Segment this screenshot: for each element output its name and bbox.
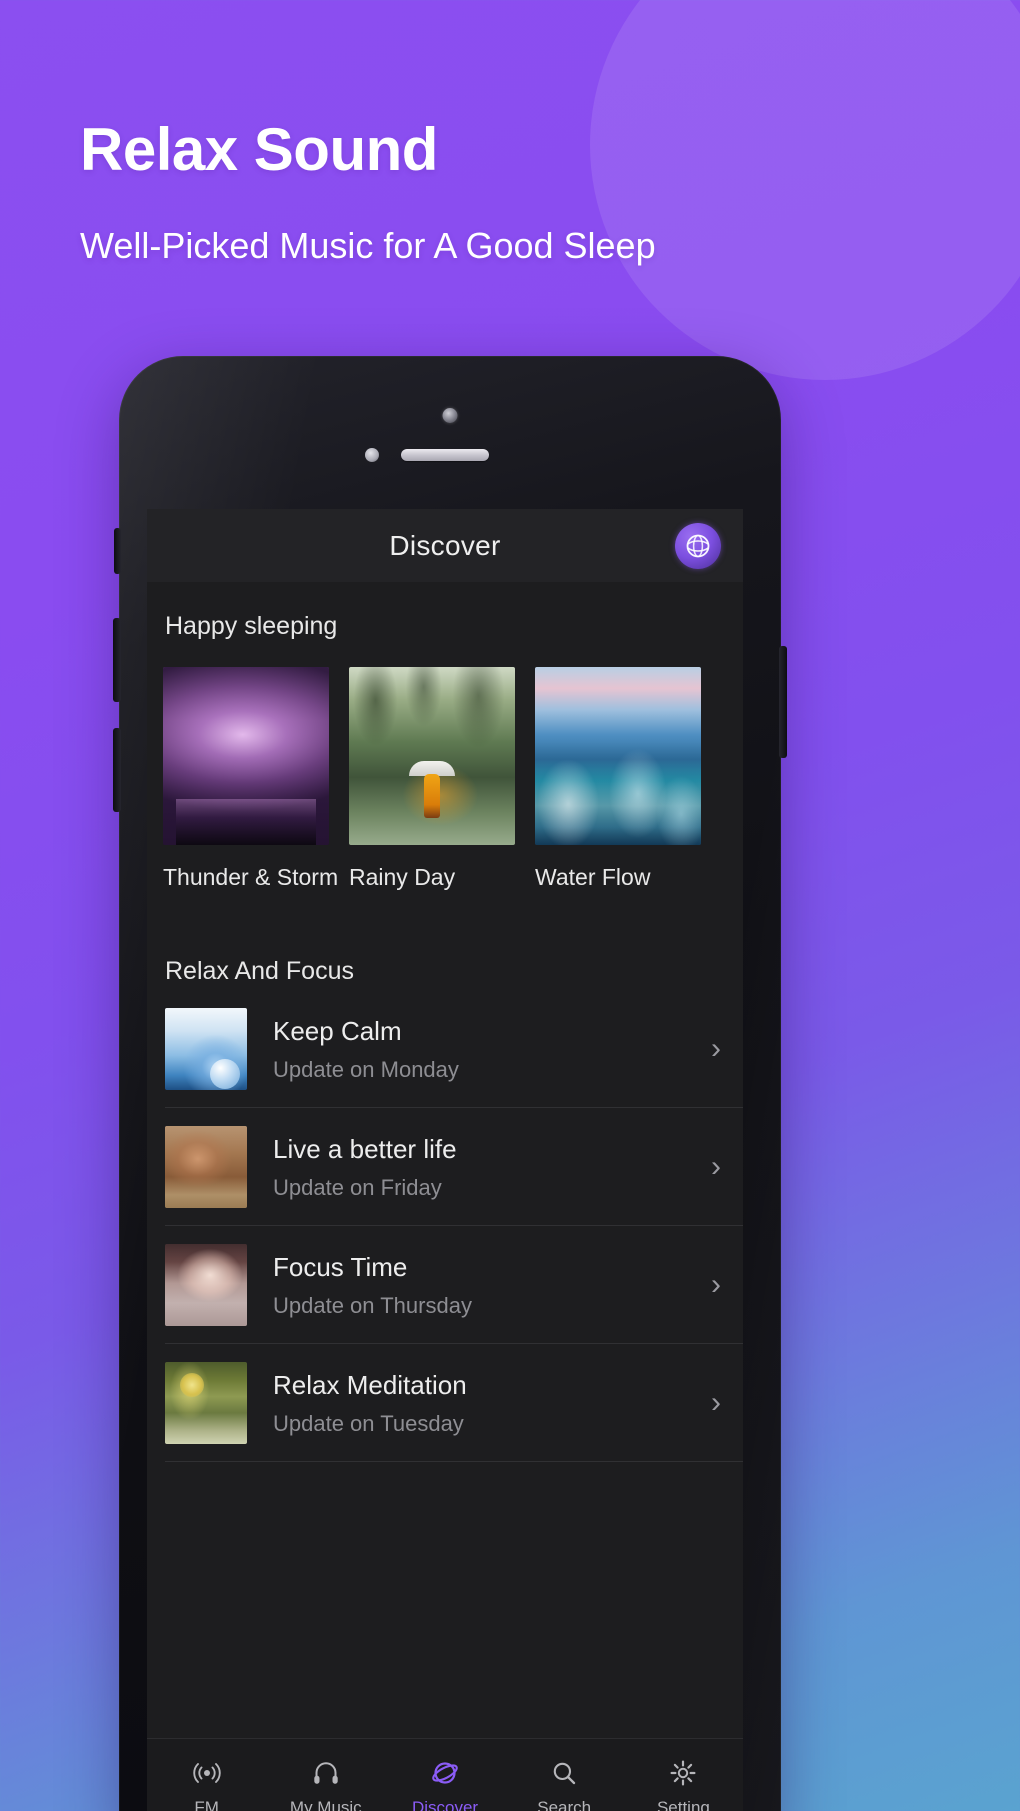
card-thumbnail	[163, 667, 329, 845]
radio-waves-icon	[192, 1757, 222, 1789]
list-item-title: Focus Time	[273, 1252, 408, 1283]
list-item[interactable]: Live a better life Update on Friday ›	[147, 1108, 743, 1226]
phone-volume-up-button	[113, 618, 121, 702]
card-thumbnail	[349, 667, 515, 845]
card-thunder-storm[interactable]: Thunder & Storm	[163, 667, 339, 891]
list-item-text: Live a better life Update on Friday	[247, 1133, 699, 1201]
chevron-right-icon[interactable]: ›	[699, 1032, 725, 1066]
list-item-thumbnail	[165, 1126, 247, 1208]
card-rainy-day[interactable]: Rainy Day	[349, 667, 515, 891]
chevron-right-icon[interactable]: ›	[699, 1386, 725, 1420]
search-icon	[549, 1757, 579, 1789]
live-a-better-life-artwork	[165, 1126, 247, 1208]
card-label: Thunder & Storm	[163, 864, 339, 890]
list-item-title: Keep Calm	[273, 1016, 402, 1047]
phone-silent-switch	[114, 528, 121, 574]
tab-label: FM	[194, 1798, 219, 1811]
phone-mockup: Discover Happy sleeping Thunder & Storm	[113, 356, 787, 1811]
chevron-right-icon[interactable]: ›	[699, 1268, 725, 1302]
list-item-subtitle: Update on Thursday	[273, 1292, 472, 1318]
bottom-tab-bar: FM My Music Discover Search Setting	[147, 1738, 743, 1811]
card-label: Water Flow	[535, 864, 651, 890]
tab-label: Discover	[411, 1798, 479, 1811]
storm-artwork	[163, 667, 329, 845]
card-label: Rainy Day	[349, 864, 456, 890]
headphones-icon	[311, 1757, 341, 1789]
relax-meditation-artwork	[165, 1362, 247, 1444]
earpiece-speaker	[401, 449, 489, 461]
list-item-subtitle: Update on Friday	[273, 1174, 442, 1200]
section-title-relax-and-focus: Relax And Focus	[165, 957, 354, 985]
list-item-thumbnail	[165, 1008, 247, 1090]
front-camera-icon	[442, 408, 458, 423]
list-item-subtitle: Update on Tuesday	[273, 1410, 464, 1436]
card-water-flow[interactable]: Water Flow	[535, 667, 701, 891]
shuffle-globe-icon[interactable]	[675, 522, 721, 569]
app-header-title: Discover	[389, 529, 501, 561]
banner-decorative-circle	[590, 0, 1020, 380]
list-item-partial	[147, 1462, 743, 1504]
phone-power-button	[779, 646, 787, 758]
list-item-text: Focus Time Update on Thursday	[247, 1251, 699, 1319]
list-item-thumbnail	[165, 1244, 247, 1326]
person-shape	[424, 773, 440, 818]
section-title-happy-sleeping: Happy sleeping	[165, 612, 338, 640]
list-item-subtitle: Update on Monday	[273, 1056, 459, 1082]
tab-label: Search	[537, 1798, 592, 1811]
list-item[interactable]: Focus Time Update on Thursday ›	[147, 1226, 743, 1344]
list-item[interactable]: Keep Calm Update on Monday ›	[147, 990, 743, 1108]
tab-search[interactable]: Search	[505, 1739, 624, 1811]
list-item-title: Relax Meditation	[273, 1370, 467, 1401]
list-item-title: Live a better life	[273, 1134, 457, 1165]
focus-time-artwork	[165, 1244, 247, 1326]
rain-artwork	[349, 667, 515, 845]
list-item-text: Keep Calm Update on Monday	[247, 1015, 699, 1083]
water-artwork	[535, 667, 701, 845]
tab-setting[interactable]: Setting	[624, 1739, 743, 1811]
app-header: Discover	[147, 509, 743, 582]
card-row-happy-sleeping: Thunder & Storm Rainy Day Water Flow	[147, 641, 743, 891]
list-item-text: Relax Meditation Update on Tuesday	[247, 1369, 699, 1437]
page-subtitle: Well-Picked Music for A Good Sleep	[80, 225, 656, 266]
planet-icon	[430, 1757, 460, 1789]
tab-discover[interactable]: Discover	[385, 1739, 504, 1811]
list-item-thumbnail	[165, 1362, 247, 1444]
chevron-right-icon[interactable]: ›	[699, 1150, 725, 1184]
tab-label: Setting	[656, 1798, 710, 1811]
card-thumbnail	[535, 667, 701, 845]
page-title: Relax Sound	[80, 116, 438, 183]
list-relax-and-focus: Keep Calm Update on Monday › Live a bett…	[147, 990, 743, 1504]
tab-my-music[interactable]: My Music	[266, 1739, 385, 1811]
phone-screen: Discover Happy sleeping Thunder & Storm	[147, 509, 743, 1811]
phone-volume-down-button	[113, 728, 121, 812]
list-item[interactable]: Relax Meditation Update on Tuesday ›	[147, 1344, 743, 1462]
gear-icon	[668, 1757, 698, 1789]
proximity-sensor-icon	[365, 448, 379, 462]
tab-label: My Music	[289, 1798, 362, 1811]
tab-fm[interactable]: FM	[147, 1739, 266, 1811]
keep-calm-artwork	[165, 1008, 247, 1090]
